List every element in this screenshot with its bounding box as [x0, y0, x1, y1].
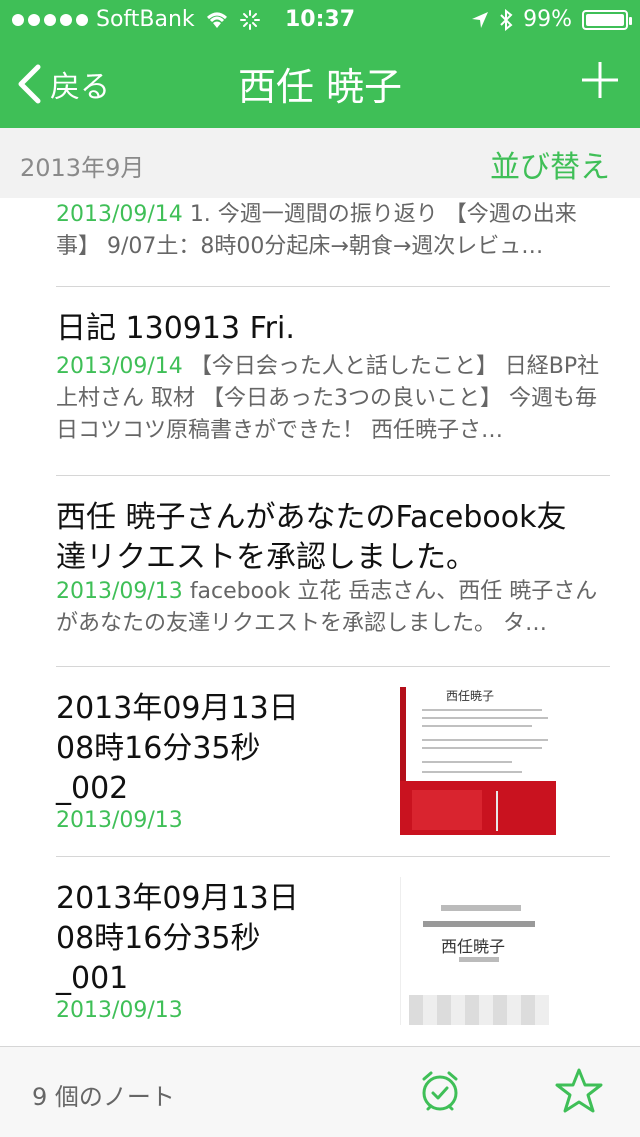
note-title: 日記 130913 Fri. — [56, 311, 295, 346]
page-title: 西任 暁子 — [237, 65, 403, 109]
month-section-header: 2013年9月 並び替え — [0, 128, 640, 198]
note-snippet: 2013/09/13 facebook 立花 岳志さん、西任 暁子さんがあなたの… — [56, 576, 610, 640]
back-label: 戻る — [50, 70, 110, 105]
note-item[interactable]: 日記 130913 Fri. 2013/09/14 【今日会った人と話したこと】… — [0, 287, 640, 476]
note-title: 2013年09月13日 08時16分35秒 _001 — [56, 881, 299, 996]
navigation-bar: 戻る 西任 暁子 — [0, 40, 640, 128]
month-label: 2013年9月 — [20, 154, 145, 182]
battery-percent: 99% — [523, 7, 572, 32]
reminder-alarm-icon[interactable] — [418, 1069, 462, 1113]
notes-list[interactable]: 2013/09/14 1. 今週一週間の振り返り 【今週の出来事】 9/07土：… — [0, 198, 640, 1046]
note-item[interactable]: 2013年09月13日 08時16分35秒 _001 2013/09/13 西任… — [0, 857, 640, 1046]
battery-icon — [582, 10, 632, 30]
note-snippet: 2013/09/14 【今日会った人と話したこと】 日経BP社 上村さん 取材 … — [56, 351, 610, 447]
note-snippet: 2013/09/14 1. 今週一週間の振り返り 【今週の出来事】 9/07土：… — [56, 199, 610, 263]
note-date: 2013/09/13 — [56, 579, 183, 604]
note-date: 2013/09/14 — [56, 202, 183, 227]
note-item[interactable]: 2013年09月13日 08時16分35秒 _002 2013/09/13 西任… — [0, 667, 640, 857]
note-item[interactable]: 西任 暁子さんがあなたのFacebook友 達リクエストを承認しました。 201… — [0, 476, 640, 667]
note-date: 2013/09/14 — [56, 354, 183, 379]
thumbnail-card-name: 西任暁子 — [446, 689, 495, 703]
add-note-button[interactable] — [578, 58, 622, 102]
note-item[interactable]: 2013/09/14 1. 今週一週間の振り返り 【今週の出来事】 9/07土：… — [0, 198, 640, 287]
note-date: 2013/09/13 — [56, 998, 183, 1023]
chevron-left-icon — [18, 64, 41, 104]
sort-button[interactable]: 並び替え — [490, 142, 610, 186]
status-bar: SoftBank 10:37 99% — [0, 0, 640, 40]
note-title: 西任 暁子さんがあなたのFacebook友 達リクエストを承認しました。 — [56, 500, 567, 575]
bottom-toolbar: 9 個のノート — [0, 1046, 640, 1137]
bluetooth-icon — [500, 9, 513, 31]
note-count: 9 個のノート — [32, 1083, 175, 1111]
note-thumbnail: 西任暁子 — [400, 687, 556, 835]
shortcut-star-icon[interactable] — [554, 1067, 604, 1115]
note-title: 2013年09月13日 08時16分35秒 _002 — [56, 691, 299, 806]
back-button[interactable]: 戻る — [16, 62, 110, 106]
note-thumbnail: 西任暁子 — [400, 877, 556, 1025]
app-header: SoftBank 10:37 99% 戻る 西任 暁子 — [0, 0, 640, 128]
note-date: 2013/09/13 — [56, 808, 183, 833]
thumbnail-card-name: 西任暁子 — [441, 937, 506, 956]
location-icon — [472, 12, 489, 28]
